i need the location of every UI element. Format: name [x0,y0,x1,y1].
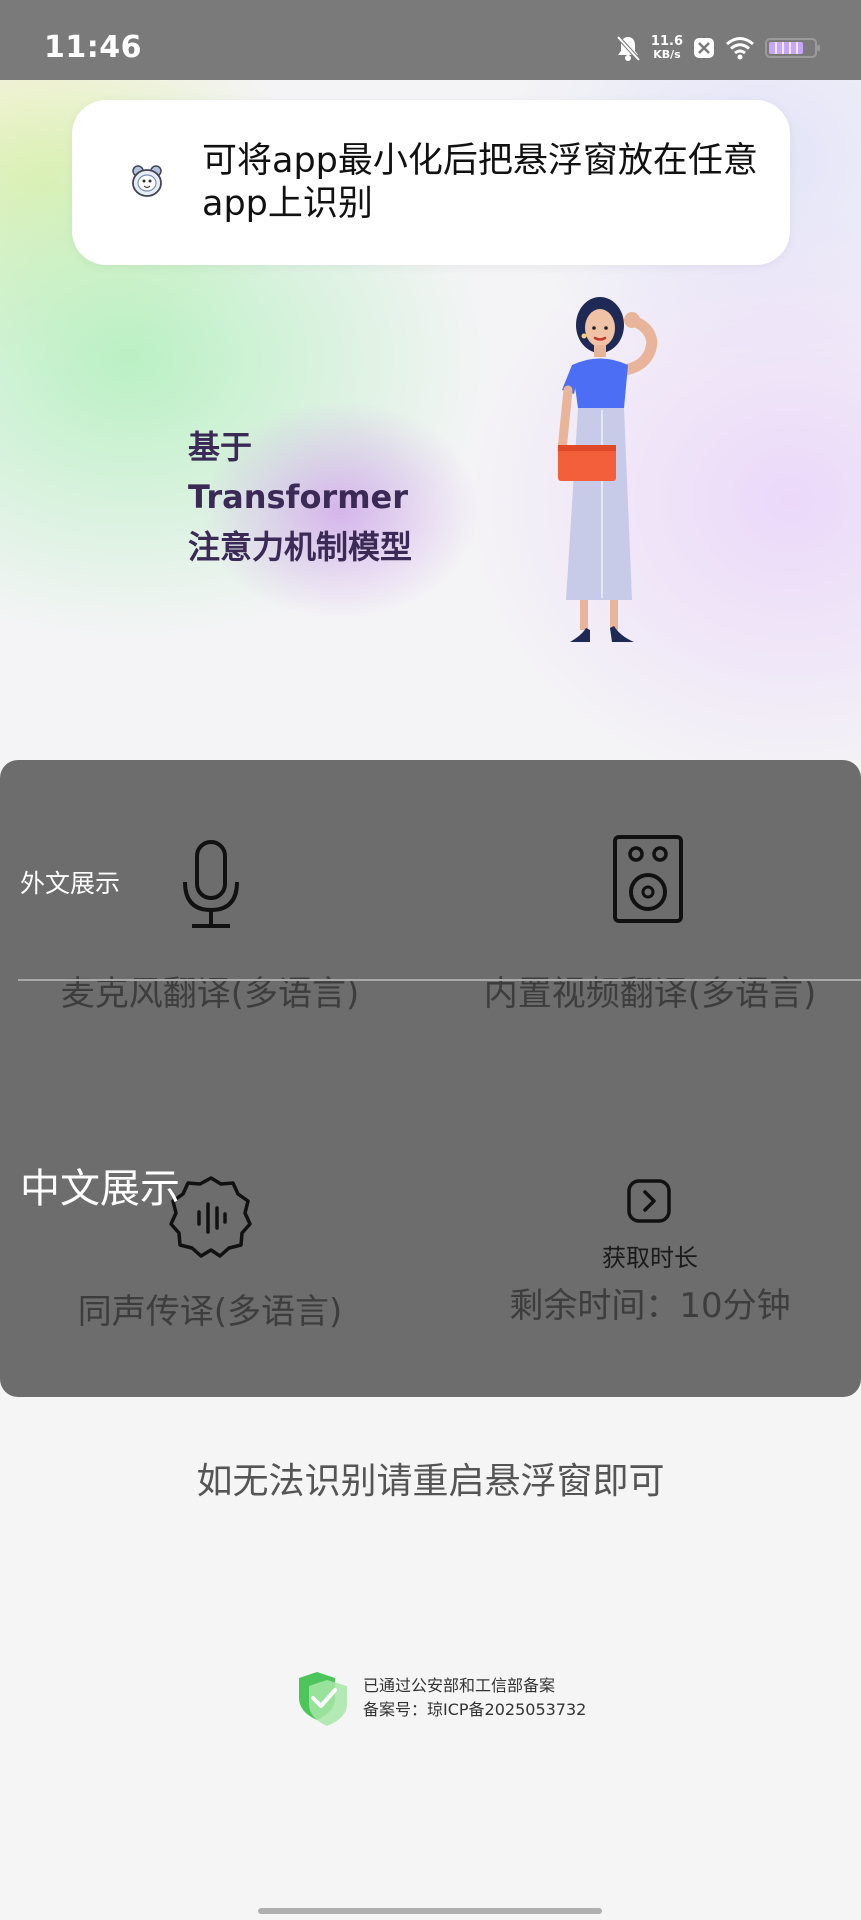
net-speed-value: 11.6 [650,34,683,49]
net-speed-unit: KB/s [653,48,681,61]
status-icons: 11.6 KB/s [615,30,821,66]
icp-number: 备案号：琼ICP备2025053732 [363,1700,587,1719]
caption-divider [18,979,861,981]
status-time: 11:46 [44,30,142,65]
home-indicator[interactable] [258,1908,602,1914]
battery-icon [765,38,820,58]
tip-text: 可将app最小化后把悬浮窗放在任意app上识别 [202,141,758,224]
mute-bell-icon [616,35,641,62]
hero-slogan: 基于 Transformer 注意力机制模型 [188,422,412,572]
net-speed: 11.6 KB/s [651,35,683,61]
remaining-time-label: 剩余时间：10分钟 [509,1286,791,1326]
soundwave-badge-icon [169,1176,252,1258]
get-time-button[interactable]: 获取时长 [595,1238,705,1273]
icp-text: 已通过公安部和工信部备案 备案号：琼ICP备2025053732 [363,1674,586,1722]
restart-hint: 如无法识别请重启悬浮窗即可 [196,1461,665,1502]
chinese-display-label: 中文展示 [20,1166,180,1212]
microphone-icon [183,840,239,928]
foreign-display-label: 外文展示 [20,869,121,898]
icp-line: 已通过公安部和工信部备案 [363,1676,556,1695]
wifi-icon [726,37,754,60]
status-bar: 11:46 11.6 KB/s [0,0,861,80]
app-notification-icon [694,38,714,58]
arrow-right-square-icon [627,1179,671,1223]
icp-record: 已通过公安部和工信部备案 备案号：琼ICP备2025053732 [295,1668,586,1728]
hero-banner: 可将app最小化后把悬浮窗放在任意app上识别 基于 Transformer 注… [0,80,861,760]
floating-window-tip-card: 可将app最小化后把悬浮窗放在任意app上识别 [72,100,790,265]
shield-check-icon [299,1672,347,1726]
simultaneous-label: 同声传译(多语言) [77,1292,343,1332]
feature-panel: 麦克风翻译(多语言) 内置视频翻译(多语言) 同声传译(多语言) 获取时长 剩余… [0,760,861,1397]
slogan-line: 注意力机制模型 [188,528,413,566]
app-logo-icon [132,165,162,197]
slogan-line: Transformer [188,478,409,516]
speaker-icon [613,835,683,923]
woman-illustration [557,297,658,642]
slogan-line: 基于 [188,428,253,466]
